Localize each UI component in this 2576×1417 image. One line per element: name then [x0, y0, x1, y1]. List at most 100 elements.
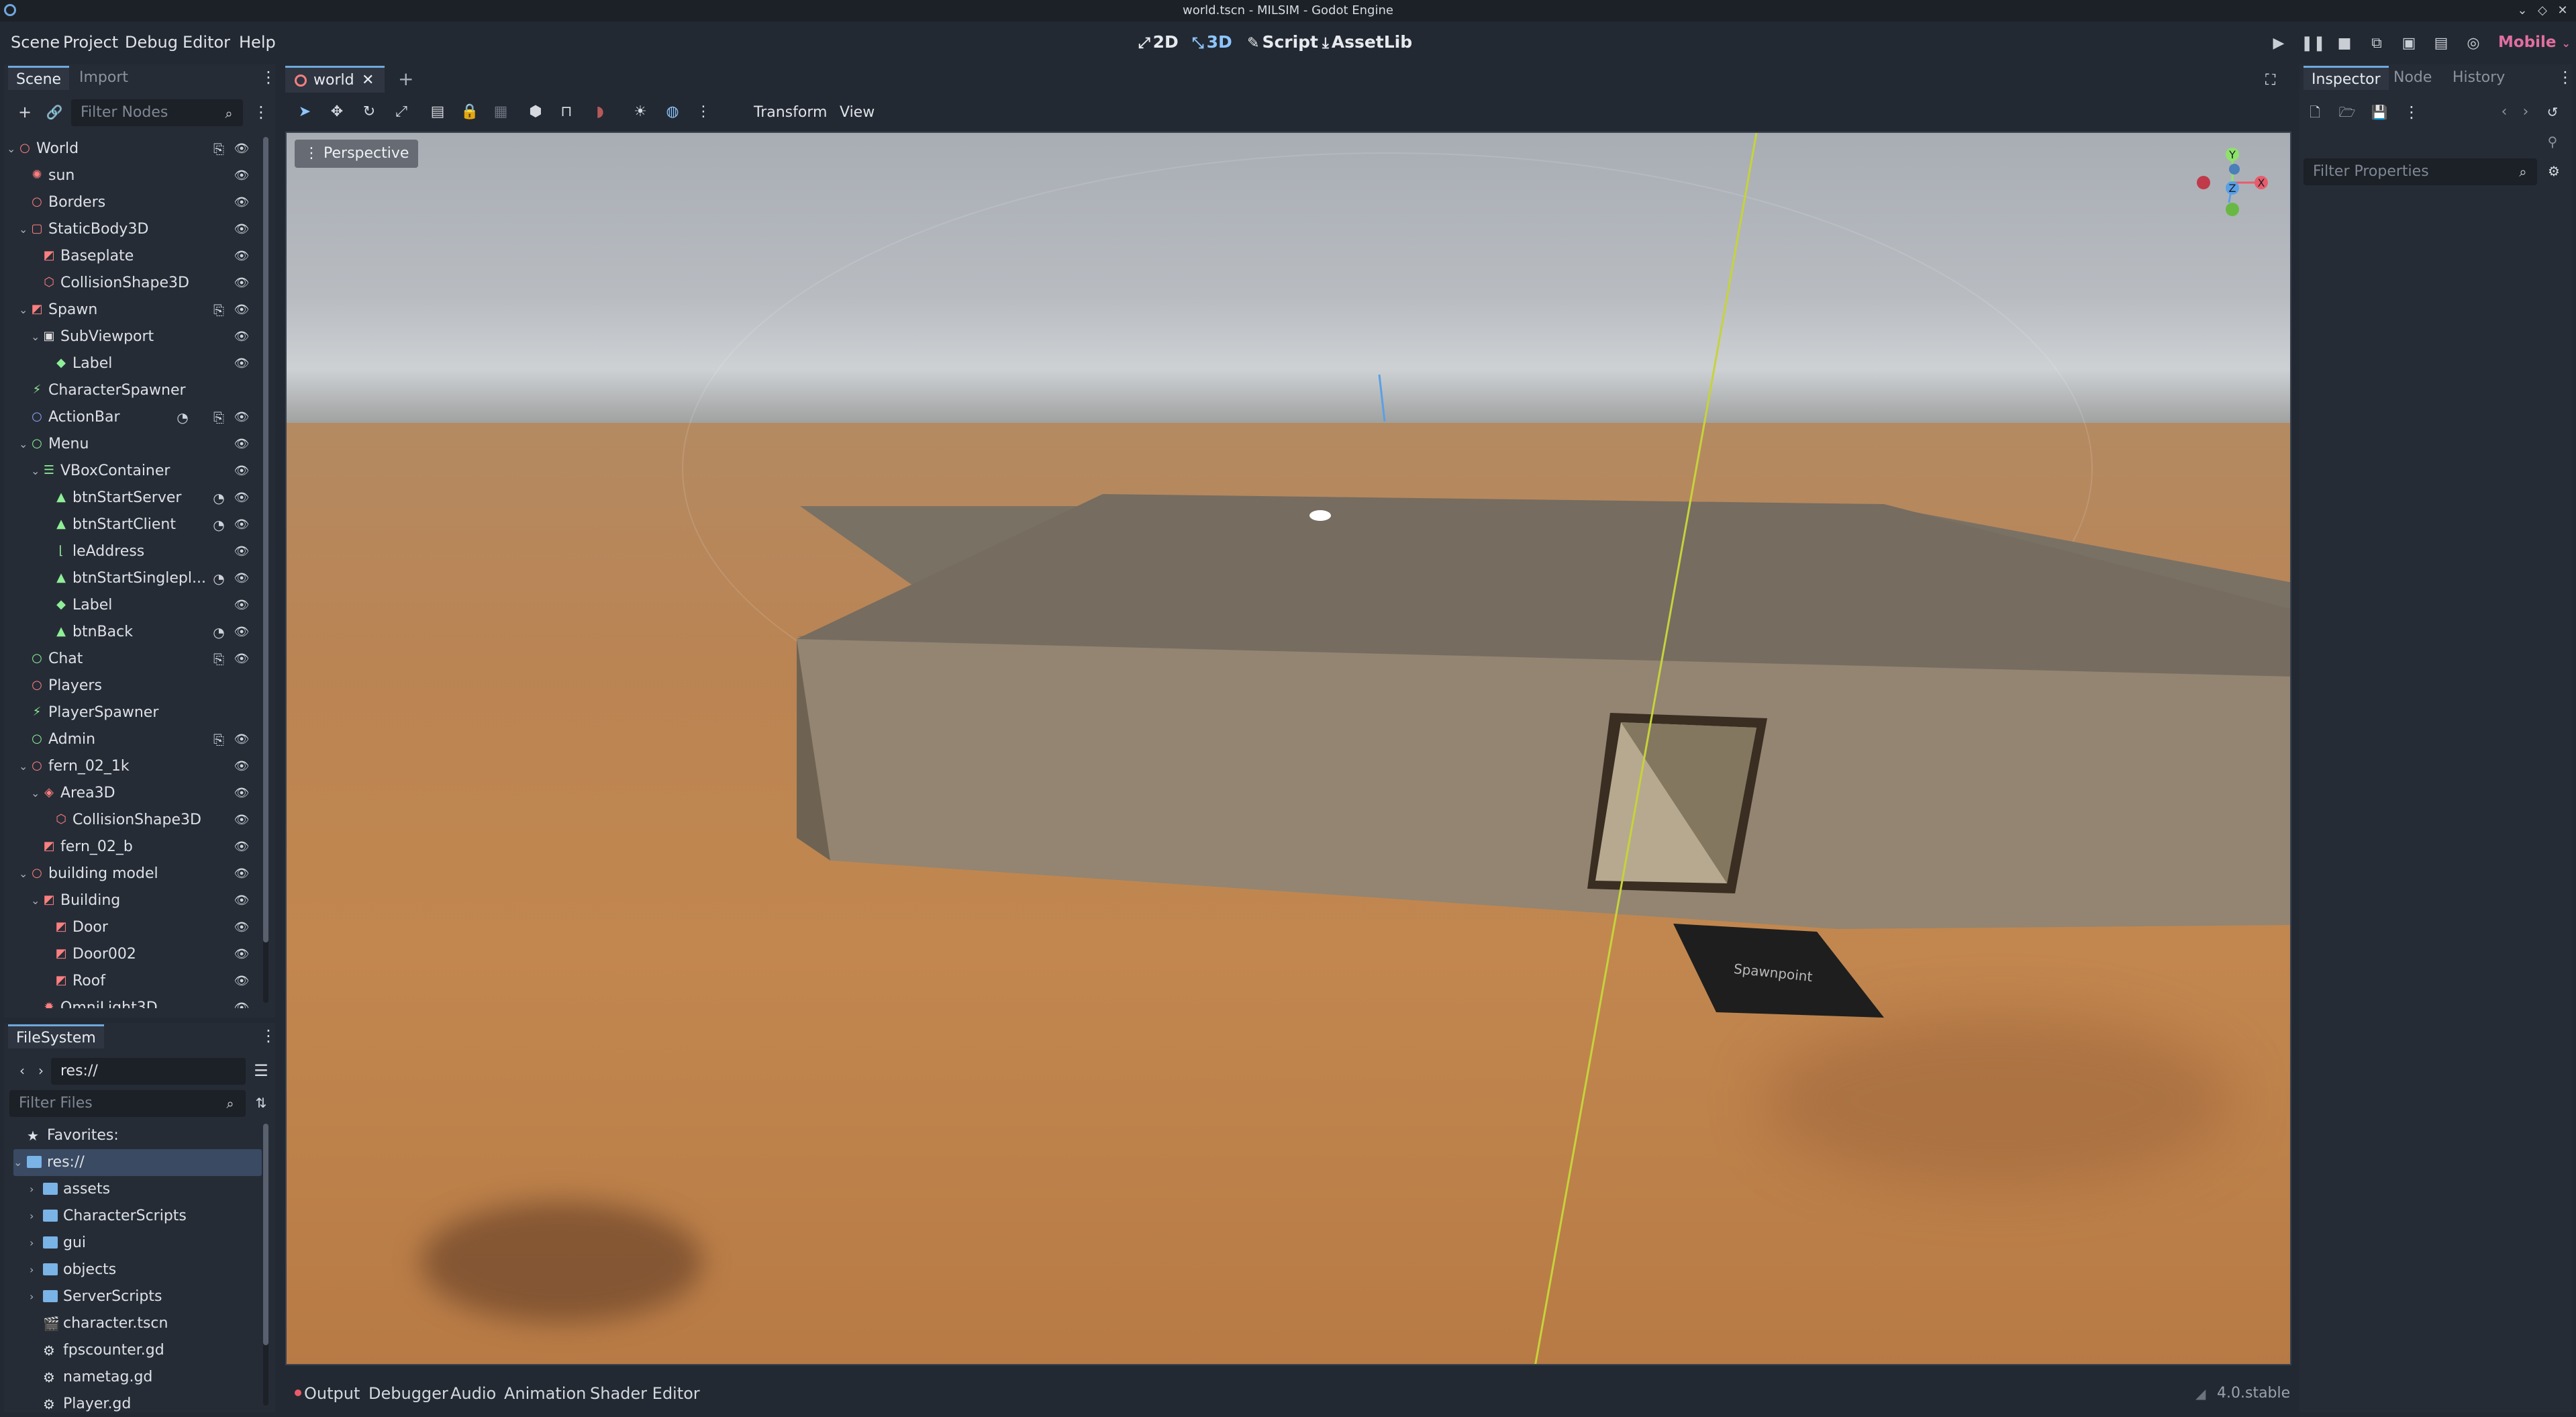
dock-menu-icon[interactable]: ⋮: [2557, 66, 2571, 89]
new-scene-tab-icon[interactable]: +: [398, 67, 413, 91]
view-menu[interactable]: View: [840, 101, 875, 125]
visibility-icon[interactable]: 👁: [232, 887, 251, 914]
update-spinner-icon[interactable]: ◢: [2195, 1380, 2206, 1407]
scene-tree-node[interactable]: ▲btnStartServer👁◔: [16, 485, 251, 511]
script-icon[interactable]: ⎘: [209, 297, 228, 324]
fs-scrollbar[interactable]: [263, 1124, 268, 1406]
move-tool-icon[interactable]: ✥: [326, 101, 348, 124]
expand-arrow-icon[interactable]: ›: [30, 1230, 34, 1257]
scene-tree-node[interactable]: ⌄○Menu👁: [16, 431, 251, 458]
scene-tree-node[interactable]: ◆Label👁: [16, 350, 251, 377]
folder-item[interactable]: ›gui: [13, 1230, 262, 1257]
scene-tree-node[interactable]: ◩Roof👁: [16, 968, 251, 995]
tab-filesystem[interactable]: FileSystem: [8, 1024, 104, 1048]
scene-tree-node[interactable]: ⚡PlayerSpawner: [16, 699, 251, 726]
history-forward-icon[interactable]: ›: [2514, 101, 2537, 124]
save-resource-icon[interactable]: 💾: [2368, 101, 2391, 124]
scene-tree-node[interactable]: ◩Baseplate👁: [16, 243, 251, 270]
renderer-select[interactable]: Mobile ⌄: [2498, 30, 2571, 55]
visibility-icon[interactable]: 👁: [232, 243, 251, 270]
visibility-icon[interactable]: 👁: [232, 780, 251, 807]
maximize-icon[interactable]: ◇: [2533, 0, 2552, 21]
history-back-icon[interactable]: ‹: [2493, 101, 2516, 124]
rotate-tool-icon[interactable]: ↻: [358, 101, 381, 124]
close-icon[interactable]: ✕: [362, 68, 374, 93]
menu-help[interactable]: Help: [239, 30, 276, 55]
instance-scene-icon[interactable]: 🔗: [43, 101, 66, 124]
folder-item[interactable]: ›objects: [13, 1257, 262, 1283]
expand-arrow-icon[interactable]: ⌄: [7, 136, 17, 162]
scene-tree-node[interactable]: ⌄◈Area3D👁: [16, 780, 251, 807]
path-field[interactable]: res://: [51, 1058, 246, 1085]
main-screen-script-button[interactable]: ✎Script: [1247, 30, 1318, 55]
history-icon[interactable]: ↺: [2541, 101, 2564, 124]
group-icon[interactable]: ▦: [489, 101, 512, 124]
expand-arrow-icon[interactable]: ›: [30, 1203, 34, 1230]
folder-item[interactable]: ›CharacterScripts: [13, 1203, 262, 1230]
visibility-icon[interactable]: 👁: [232, 619, 251, 646]
visibility-icon[interactable]: 👁: [232, 431, 251, 458]
expand-arrow-icon[interactable]: ⌄: [19, 431, 30, 458]
scene-tree-menu-icon[interactable]: ⋮: [250, 101, 273, 124]
scene-tree-node[interactable]: ▲btnBack👁◔: [16, 619, 251, 646]
tab-audio[interactable]: Audio: [450, 1380, 496, 1407]
local-space-icon[interactable]: ⬢: [524, 101, 547, 124]
remote-debug-icon[interactable]: ⧉: [2365, 32, 2388, 55]
expand-arrow-icon[interactable]: ⌄: [13, 1149, 22, 1176]
object-properties-icon[interactable]: ⚲: [2541, 130, 2564, 153]
filter-files-input[interactable]: Filter Files: [9, 1090, 246, 1117]
visibility-icon[interactable]: 👁: [232, 646, 251, 673]
close-icon[interactable]: ✕: [2553, 0, 2572, 21]
scene-tree-node[interactable]: ○Admin👁⎘: [16, 726, 251, 753]
select-tool-icon[interactable]: ➤: [293, 101, 316, 124]
dock-menu-icon[interactable]: ⋮: [260, 66, 274, 89]
visibility-icon[interactable]: 👁: [232, 458, 251, 485]
main-screen-3d-button[interactable]: ⤡3D: [1192, 30, 1232, 55]
resource-menu-icon[interactable]: ⋮: [2400, 101, 2423, 124]
visibility-icon[interactable]: 👁: [232, 914, 251, 941]
tab-output[interactable]: Output: [304, 1380, 360, 1407]
tab-world[interactable]: world ✕: [285, 66, 385, 93]
lock-icon[interactable]: 🔒: [458, 101, 481, 124]
scale-tool-icon[interactable]: ⤢: [390, 101, 413, 124]
visibility-icon[interactable]: 👁: [232, 861, 251, 887]
visibility-icon[interactable]: 👁: [232, 270, 251, 297]
sort-icon[interactable]: ⇅: [250, 1091, 273, 1114]
folder-item[interactable]: ›ServerScripts: [13, 1283, 262, 1310]
scene-tree-node[interactable]: ▲btnStartSinglepl...👁◔: [16, 565, 251, 592]
script-icon[interactable]: ⎘: [209, 404, 228, 431]
scene-tree-node[interactable]: ⌄○building model👁: [16, 861, 251, 887]
signal-icon[interactable]: ◔: [209, 565, 228, 592]
expand-arrow-icon[interactable]: ⌄: [19, 297, 30, 324]
file-item[interactable]: ⚙Player.gd: [13, 1391, 262, 1412]
scene-tree-node[interactable]: ◆Label👁: [16, 592, 251, 619]
visibility-icon[interactable]: 👁: [232, 834, 251, 861]
scene-tree-node[interactable]: ⬡CollisionShape3D👁: [16, 807, 251, 834]
tab-node[interactable]: Node: [2385, 66, 2440, 90]
file-item[interactable]: ⚙fpscounter.gd: [13, 1337, 262, 1364]
scene-tree-node[interactable]: ✺sun👁: [16, 162, 251, 189]
play-icon[interactable]: ▶: [2267, 32, 2290, 55]
list-select-icon[interactable]: ▤: [426, 101, 449, 124]
perspective-button[interactable]: ⋮ Perspective: [295, 140, 418, 168]
visibility-icon[interactable]: 👁: [232, 726, 251, 753]
3d-viewport[interactable]: Spawnpoint ⋮ Perspective Y X Z: [285, 132, 2291, 1365]
scene-tree-node[interactable]: ✹OmniLight3D👁: [16, 995, 251, 1008]
load-resource-icon[interactable]: 🗁: [2336, 101, 2359, 124]
dock-menu-icon[interactable]: ⋮: [260, 1024, 274, 1047]
play-custom-scene-icon[interactable]: ▤: [2430, 32, 2453, 55]
filter-properties-input[interactable]: Filter Properties: [2303, 158, 2537, 185]
visibility-icon[interactable]: 👁: [232, 136, 251, 162]
scene-tree-node[interactable]: ⬡CollisionShape3D👁: [16, 270, 251, 297]
file-item[interactable]: 🎬character.tscn: [13, 1310, 262, 1337]
visibility-icon[interactable]: 👁: [232, 216, 251, 243]
visibility-icon[interactable]: 👁: [232, 297, 251, 324]
signal-icon[interactable]: ◔: [209, 511, 228, 538]
scene-tree-node[interactable]: ⌄☰VBoxContainer👁: [16, 458, 251, 485]
visibility-icon[interactable]: 👁: [232, 592, 251, 619]
visibility-icon[interactable]: 👁: [232, 511, 251, 538]
scene-tree-node[interactable]: ▲btnStartClient👁◔: [16, 511, 251, 538]
signal-icon[interactable]: ◔: [209, 619, 228, 646]
script-icon[interactable]: ⎘: [209, 646, 228, 673]
visibility-icon[interactable]: 👁: [232, 968, 251, 995]
